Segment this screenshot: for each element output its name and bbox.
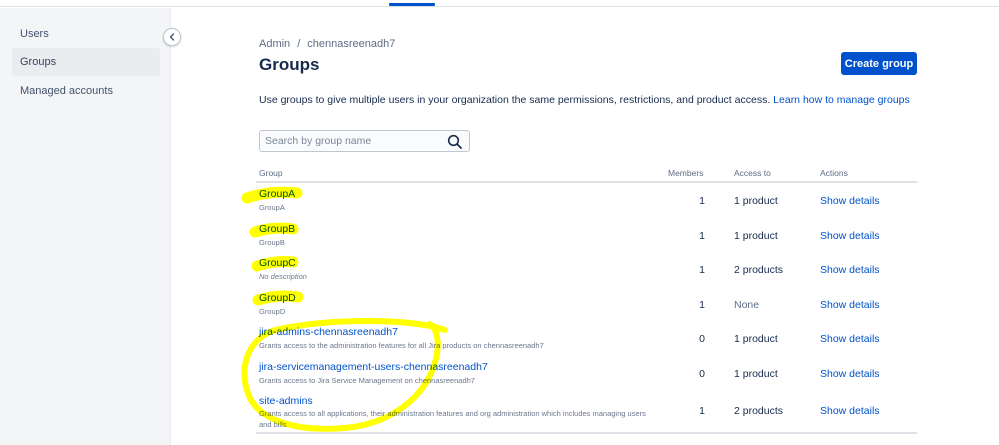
group-description: Grants access to Jira Service Management… <box>259 375 475 385</box>
group-name-link[interactable]: GroupB <box>259 223 295 235</box>
search-input[interactable] <box>265 135 445 147</box>
group-description: GroupB <box>259 237 285 247</box>
page-description: Use groups to give multiple users in you… <box>259 94 910 106</box>
sidebar-item-managed-accounts[interactable]: Managed accounts <box>12 77 160 105</box>
chevron-left-icon <box>169 33 175 41</box>
column-header-members: Members <box>668 168 704 178</box>
group-name-link[interactable]: jira-servicemanagement-users-chennasreen… <box>259 361 488 373</box>
group-description: GroupA <box>259 203 285 212</box>
search-icon[interactable] <box>447 134 463 150</box>
active-tab-indicator <box>389 3 435 6</box>
collapse-sidebar-button[interactable] <box>163 28 181 46</box>
table-row: jira-admins-chennasreenadh7 Grants acces… <box>256 321 917 356</box>
column-header-actions: Actions <box>820 168 848 178</box>
members-count: 0 <box>699 367 705 380</box>
group-description: Grants access to the administration feat… <box>259 341 544 350</box>
group-name-link[interactable]: GroupC <box>259 257 296 269</box>
page-title: Groups <box>259 55 320 74</box>
access-to: None <box>734 298 760 311</box>
sidebar: Users Groups Managed accounts <box>0 8 171 445</box>
members-count: 1 <box>699 264 705 276</box>
show-details-link[interactable]: Show details <box>820 230 880 242</box>
table-row: jira-servicemanagement-users-chennasreen… <box>256 356 917 391</box>
access-to: 2 products <box>734 264 784 276</box>
description-text: Use groups to give multiple users in you… <box>259 94 771 106</box>
sidebar-item-groups[interactable]: Groups <box>12 48 160 76</box>
table-header: Group Members Access to Actions <box>256 166 917 183</box>
group-description: Grants access to all applications, their… <box>259 409 646 429</box>
create-group-button[interactable]: Create group <box>841 52 917 75</box>
access-to: 2 products <box>734 405 784 417</box>
table-row: GroupC No description 1 2 products Show … <box>256 252 917 287</box>
members-count: 1 <box>699 405 705 417</box>
group-name-link[interactable]: site-admins <box>259 395 313 407</box>
members-count: 1 <box>699 195 705 207</box>
breadcrumb: Admin / chennasreenadh7 <box>259 38 395 50</box>
breadcrumb-admin[interactable]: Admin <box>259 38 290 50</box>
show-details-link[interactable]: Show details <box>820 299 880 311</box>
sidebar-item-users[interactable]: Users <box>12 20 160 48</box>
members-count: 0 <box>699 333 705 345</box>
group-description: GroupD <box>259 306 286 316</box>
column-header-access: Access to <box>734 168 771 178</box>
access-to: 1 product <box>734 367 778 380</box>
table-row: site-admins Grants access to all applica… <box>256 390 917 434</box>
learn-more-link[interactable]: Learn how to manage groups <box>773 94 910 106</box>
show-details-link[interactable]: Show details <box>820 264 880 276</box>
column-header-group: Group <box>259 168 283 178</box>
show-details-link[interactable]: Show details <box>820 195 880 207</box>
group-name-link[interactable]: GroupD <box>259 292 296 304</box>
breadcrumb-separator: / <box>297 38 301 50</box>
group-name-link[interactable]: GroupA <box>259 188 295 200</box>
members-count: 1 <box>699 229 705 242</box>
show-details-link[interactable]: Show details <box>820 405 880 417</box>
breadcrumb-org[interactable]: chennasreenadh7 <box>307 38 395 50</box>
table-row: GroupA GroupA 1 1 product Show details <box>256 183 917 218</box>
groups-table: Group Members Access to Actions GroupA G… <box>256 166 917 434</box>
show-details-link[interactable]: Show details <box>820 368 880 380</box>
access-to: 1 product <box>734 195 778 207</box>
show-details-link[interactable]: Show details <box>820 333 880 345</box>
table-row: GroupD GroupD 1 None Show details <box>256 287 917 322</box>
members-count: 1 <box>699 298 705 311</box>
table-row: GroupB GroupB 1 1 product Show details <box>256 218 917 253</box>
group-description: No description <box>259 272 307 281</box>
access-to: 1 product <box>734 333 778 345</box>
access-to: 1 product <box>734 229 778 242</box>
group-name-link[interactable]: jira-admins-chennasreenadh7 <box>259 326 398 338</box>
top-nav-bar <box>0 0 999 7</box>
search-field[interactable] <box>259 130 470 152</box>
